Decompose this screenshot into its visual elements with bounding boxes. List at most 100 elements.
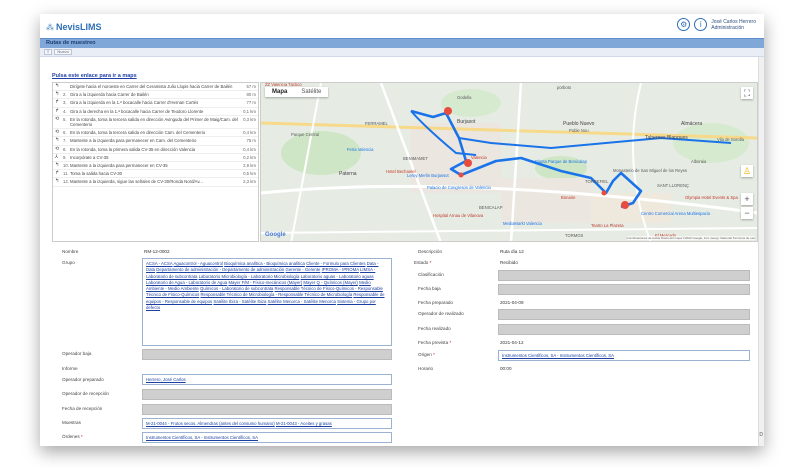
app-logo[interactable]: ⁂ NevisLIMS	[46, 22, 102, 32]
grupo-link[interactable]: Químicos - Laboratorio de subcontrata	[200, 286, 273, 291]
map-tab[interactable]: Mapa	[265, 87, 294, 97]
turn-icon: ↰	[55, 162, 60, 169]
ordenes-label: Órdenes *	[62, 434, 83, 439]
grupo-list[interactable]: ACSA - ACSA Aguacontrol - Aguacontrol Bi…	[142, 258, 392, 346]
origen-link[interactable]: Instrumentos Científicos, SA - Instrumen…	[502, 353, 614, 358]
direction-step[interactable]: ↱ 3. Gira a la izquierda en la 1.ª bocacal…	[53, 99, 258, 108]
step-text: En la rotonda, toma la primera salida CV…	[70, 146, 196, 152]
operador-preparado-field[interactable]: Herrero, José Carlos	[142, 374, 392, 385]
origen-label-text: Origen	[418, 352, 432, 357]
turn-icon: ⟲	[55, 145, 60, 152]
operador-realizado-label: Operador de realizado	[418, 311, 464, 316]
grupo-link[interactable]: Aguacontrol - Aguacontrol	[173, 261, 222, 266]
fullscreen-icon[interactable]: ⛶	[741, 87, 753, 99]
fecha-prevista-value: 2021-04-12	[500, 340, 524, 345]
direction-step[interactable]: ↱ 4. Gira a la derecha en la 1.ª bocacalle…	[53, 108, 258, 116]
fecha-prevista-label-text: Fecha prevista	[418, 340, 449, 345]
operador-baja-field	[142, 349, 392, 360]
map-label: Centro Comercial Arena Multiespacio	[641, 211, 711, 216]
fecha-recepcion-label: Fecha de recepción	[62, 406, 103, 411]
step-distance: 2,3 km	[243, 179, 256, 185]
grupo-link[interactable]: Gerente - Gerente	[286, 267, 321, 272]
map-label: TORREFIEL	[585, 179, 609, 184]
step-number: 5.	[63, 116, 67, 122]
grupo-link[interactable]: Departamento de administración - Departa…	[156, 267, 284, 272]
zoom-in-button[interactable]: +	[741, 193, 753, 205]
grupo-link[interactable]: Laboratorio de Agua - Laboratorio de Agu…	[146, 280, 227, 285]
app-name: NevisLIMS	[56, 22, 102, 32]
grupo-link[interactable]: Laboratorio aguas - Laboratorio aguas	[301, 274, 374, 279]
grupo-link[interactable]: Satélite Menorca - Satélite Menorca	[268, 299, 336, 304]
operador-recepcion-field	[142, 389, 392, 400]
fecha-realizado-field	[498, 324, 750, 335]
step-distance: 57 m	[246, 84, 256, 89]
map-label: Leroy Merlin Burjassot	[407, 173, 449, 178]
info-icon[interactable]: i	[694, 18, 708, 31]
grupo-link[interactable]: ACSA - ACSA	[146, 261, 173, 266]
ordenes-link[interactable]: Instrumentos Científicos, SA - Instrumen…	[146, 435, 258, 440]
origen-field[interactable]: Instrumentos Científicos, SA - Instrumen…	[498, 350, 750, 361]
step-number: 11.	[63, 171, 69, 177]
step-text: Mantente a la izquierda, sigue las señal…	[70, 179, 203, 185]
fecha-baja-label: Fecha baja	[418, 286, 441, 291]
toolbar: ≡ Nuevo	[40, 48, 764, 57]
clasificacion-field	[498, 270, 750, 281]
grupo-link[interactable]: Bioquímica analítica - Bioquímica analít…	[224, 261, 305, 266]
menu-button[interactable]: ≡	[44, 49, 53, 55]
direction-step[interactable]: ↰ 2. Gira a la izquierda hacia Carrer de B…	[53, 91, 258, 100]
logo-mark-icon: ⁂	[46, 22, 54, 32]
operador-preparado-link[interactable]: Herrero, José Carlos	[146, 377, 186, 382]
grupo-link[interactable]: Satélite Ibiza - Satélite Ibiza	[213, 299, 266, 304]
direction-step[interactable]: ⟲ 5. En la rotonda, toma la tercera salida…	[53, 115, 258, 130]
direction-step[interactable]: ⅄ 9. Incorpórate a CV-35 0,2 km	[53, 154, 258, 163]
pegman-icon[interactable]: ♙	[741, 165, 753, 177]
grupo-link[interactable]: Laboratorio Microbiología - Laboratorio …	[199, 274, 300, 279]
direction-step[interactable]: ⟲ 6. En la rotonda, toma la tercera salida…	[53, 129, 258, 138]
direction-step[interactable]: ↰ Dirígete hacia el noroeste en Carrer de…	[53, 83, 258, 92]
route-map[interactable]: Mapa Satélite ⛶ ♙ + − ZZ Valencia Táctic…	[260, 82, 758, 242]
step-number: 2.	[63, 92, 67, 98]
grupo-link[interactable]: Cliente - Formulo para Clientes	[306, 261, 365, 266]
grupo-link[interactable]: Mayer Q - Químicos (Mayer)	[303, 280, 357, 285]
step-number: 4.	[63, 108, 67, 114]
grupo-link[interactable]: Mayer F/M - Físico-mecánicos (Mayer)	[228, 280, 302, 285]
page-scrollbar[interactable]	[758, 57, 764, 446]
direction-step[interactable]: ↰ 10. Mantente a la izquierda para permane…	[53, 162, 258, 171]
new-button[interactable]: Nuevo	[54, 49, 72, 55]
map-label: Alboraia	[691, 159, 707, 164]
grupo-link[interactable]: IPROMA - IPROMA	[322, 267, 359, 272]
step-text: Mantente a la izquierda para permanecer …	[70, 163, 168, 169]
gear-icon[interactable]: ⚙	[677, 18, 691, 31]
zoom-out-button[interactable]: −	[741, 207, 753, 219]
step-text: Mantente a la izquierda para permanecer …	[70, 138, 197, 144]
nombre-value: RM-12-0002	[144, 249, 170, 254]
map-label: Bonaire	[561, 195, 576, 200]
directions-panel[interactable]: ↰ Dirígete hacia el noroeste en Carrer de…	[52, 82, 259, 242]
turn-icon: ↰	[55, 83, 60, 89]
step-distance: 80 m	[246, 92, 256, 98]
step-text: Gira a la izquierda en la 1.ª bocacalle …	[70, 100, 199, 106]
fecha-recepcion-field	[142, 404, 392, 415]
turn-icon: ⟲	[55, 115, 60, 122]
direction-step[interactable]: ↰ 12. Mantente a la izquierda, sigue las s…	[53, 178, 258, 187]
map-label: Monasterio de San Miguel de los Reyes	[613, 168, 688, 173]
step-distance: 0,5 km	[243, 171, 256, 177]
required-mark: *	[80, 434, 83, 439]
fecha-prevista-label: Fecha prevista *	[418, 340, 451, 345]
muestra-link[interactable]: M-21-0044 - Frutos secos. Almendras (ant…	[146, 421, 275, 426]
map-attribution[interactable]: Combinaciones de teclas Datos del mapa ©…	[626, 236, 755, 240]
muestras-list[interactable]: M-21-0044 - Frutos secos. Almendras (ant…	[142, 418, 392, 429]
horario-label: Horario	[418, 366, 434, 371]
required-mark: *	[449, 340, 452, 345]
direction-step[interactable]: ⟲ 8. En la rotonda, toma la primera salida…	[53, 146, 258, 154]
muestra-link[interactable]: M-21-0043 - Aceites y grasas	[276, 421, 332, 426]
turn-icon: ↰	[55, 91, 60, 98]
grupo-link[interactable]: Responsable Técnico de Microbiología - R…	[200, 292, 352, 297]
direction-step[interactable]: ↰ 7. Mantente a la izquierda para permanec…	[53, 137, 258, 146]
required-mark: *	[433, 352, 435, 357]
direction-step[interactable]: ↱ 11. Toma la salida hacia CV-30 0,5 km	[53, 170, 258, 179]
satellite-tab[interactable]: Satélite	[294, 87, 328, 97]
maps-link[interactable]: Pulsa este enlace para ir a maps	[52, 73, 137, 79]
ordenes-field[interactable]: Instrumentos Científicos, SA - Instrumen…	[142, 432, 392, 443]
map-label: Feria Valencia	[347, 147, 374, 152]
